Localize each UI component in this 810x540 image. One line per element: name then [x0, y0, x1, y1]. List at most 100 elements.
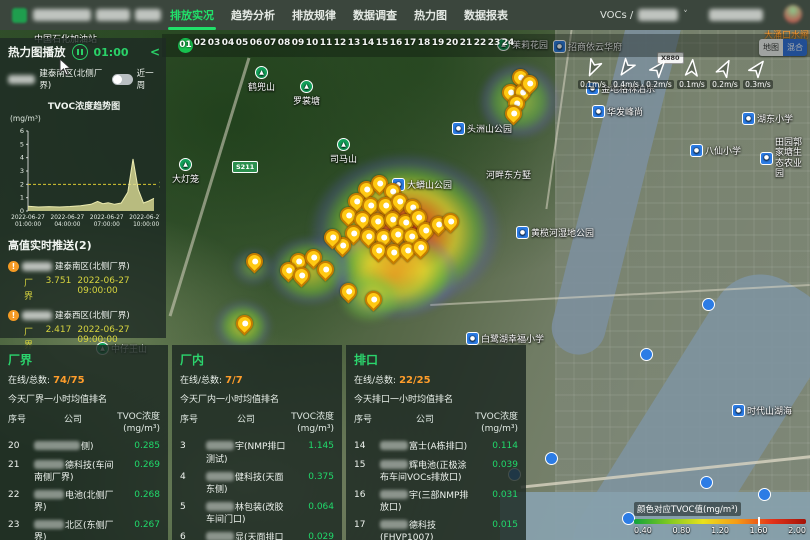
timeline-hour-10[interactable]: 10	[305, 38, 319, 53]
timeline-hour-21[interactable]: 21	[459, 38, 473, 53]
table-row[interactable]: 22电池(北侧厂界)0.268	[8, 490, 160, 514]
row-value: 0.039	[474, 460, 518, 470]
map-label[interactable]: ●白鹭湖幸福小学	[466, 332, 544, 345]
wind-indicator: 0.2m/s	[644, 58, 674, 89]
map-label-text: 罗裳塘	[293, 94, 320, 107]
range-label[interactable]: 近一周	[137, 67, 160, 91]
wind-arrow-icon	[744, 54, 772, 82]
table-row[interactable]: 20侧)0.285	[8, 441, 160, 453]
timeline-hour-22[interactable]: 22	[473, 38, 487, 53]
pause-button[interactable]	[72, 44, 88, 60]
warning-icon: !	[8, 261, 19, 272]
table-row[interactable]: 23北区(东侧厂界)0.267	[8, 520, 160, 540]
timeline-hour-06[interactable]: 06	[249, 38, 263, 53]
vocs-selector[interactable]: VOCs / ˅	[600, 0, 763, 30]
map-label[interactable]: ●湖东小学	[742, 112, 793, 125]
svg-text:5: 5	[20, 140, 24, 148]
timeline-hour-08[interactable]: 08	[277, 38, 291, 53]
timeline-hour-04[interactable]: 04	[221, 38, 235, 53]
color-scale-bar	[634, 519, 806, 524]
timeline-hour-19[interactable]: 19	[431, 38, 445, 53]
map-label[interactable]: ●黄榄河湿地公园	[516, 226, 594, 239]
table-row[interactable]: 15辉电池(正极涂布车间VOCs排放口)0.039	[354, 460, 518, 484]
company-redacted	[34, 490, 64, 499]
map-label[interactable]: ▲鹤兜山	[248, 66, 275, 93]
wind-indicator: 0.3m/s	[743, 58, 773, 89]
company-redacted	[206, 532, 234, 540]
nav-tab-4[interactable]: 数据调查	[353, 7, 397, 23]
timeline: 0102030405060708091011121314151617181920…	[162, 34, 810, 57]
map-label-text: 司马山	[330, 152, 357, 165]
map-label[interactable]: ●田园郭家塘生态农业园	[760, 138, 810, 179]
nav-tab-3[interactable]: 排放规律	[292, 7, 336, 23]
table-row[interactable]: 3宇(NMP排口测试)1.145	[180, 441, 334, 465]
playback-toggle[interactable]	[112, 74, 133, 85]
map-label[interactable]: ▲罗裳塘	[293, 80, 320, 107]
wind-speed: 0.2m/s	[710, 80, 740, 89]
online-count: 在线/总数:22/25	[354, 373, 518, 386]
site-name[interactable]: 建泰南区(北侧厂界)	[39, 67, 107, 91]
timeline-hour-17[interactable]: 17	[403, 38, 417, 53]
row-seq: 6	[180, 532, 206, 540]
map-label[interactable]: 河畔东方墅	[486, 168, 531, 181]
wind-arrow-icon	[612, 54, 640, 82]
nav-tab-6[interactable]: 数据报表	[464, 7, 508, 23]
alert-site: 建泰南区(北侧厂界)	[55, 260, 130, 272]
timeline-hour-14[interactable]: 14	[361, 38, 375, 53]
scale-tick: 0.80	[673, 526, 691, 535]
map-label[interactable]: ●华发峰尚	[592, 105, 643, 118]
poi-icon	[700, 476, 713, 489]
alert-item[interactable]: !建泰南区(北侧厂界)厂界3.7512022-06-27 09:00:00	[8, 260, 160, 302]
timeline-hour-20[interactable]: 20	[445, 38, 459, 53]
map-label[interactable]: ▲大灯笼	[172, 158, 199, 185]
timeline-hour-07[interactable]: 07	[263, 38, 277, 53]
timeline-hour-13[interactable]: 13	[347, 38, 361, 53]
timeline-hour-15[interactable]: 15	[375, 38, 389, 53]
scale-tick: 1.60	[750, 526, 768, 535]
timeline-hour-05[interactable]: 05	[235, 38, 249, 53]
table-row[interactable]: 14富士(A栋排口)0.114	[354, 441, 518, 453]
collapse-chevron-icon[interactable]: <	[150, 45, 160, 59]
timeline-hour-24[interactable]: 24	[501, 38, 515, 53]
row-value: 0.268	[116, 490, 160, 500]
company-redacted	[380, 441, 408, 450]
table-row[interactable]: 17德科技(FHVP1007)0.015	[354, 520, 518, 540]
timeline-hour-02[interactable]: 02	[193, 38, 207, 53]
chevron-down-icon: ˅	[683, 10, 688, 20]
table-row[interactable]: 6显(天面排口西侧)0.029	[180, 532, 334, 540]
row-seq: 17	[354, 520, 380, 530]
row-seq: 15	[354, 460, 380, 470]
wind-speed: 0.4m/s	[611, 80, 641, 89]
online-count: 在线/总数:74/75	[8, 373, 160, 386]
map-label[interactable]: ●时代山湖海	[732, 404, 792, 417]
map-label-text: 头洲山公园	[467, 122, 512, 135]
row-value: 0.375	[290, 472, 334, 482]
table-row[interactable]: 4健科技(天面东侧)0.375	[180, 472, 334, 496]
nav-tab-5[interactable]: 热力图	[414, 7, 447, 23]
timeline-hour-11[interactable]: 11	[319, 38, 333, 53]
timeline-hour-01[interactable]: 01	[178, 38, 193, 53]
avatar[interactable]	[784, 5, 802, 23]
timeline-hour-16[interactable]: 16	[389, 38, 403, 53]
panel-title: 热力图播放	[8, 44, 66, 60]
map-label[interactable]: ▲司马山	[330, 138, 357, 165]
map-label-text: 河畔东方墅	[486, 168, 531, 181]
map-label[interactable]: ●头洲山公园	[452, 122, 512, 135]
table-row[interactable]: 21德科技(车间南侧厂界)0.269	[8, 460, 160, 484]
timeline-hour-23[interactable]: 23	[487, 38, 501, 53]
timeline-hour-09[interactable]: 09	[291, 38, 305, 53]
timeline-hour-18[interactable]: 18	[417, 38, 431, 53]
nav-tab-1[interactable]: 排放实况	[170, 7, 214, 23]
col-company: 公司	[206, 412, 286, 425]
tvoc-trend-chart: 012345622022-06-2701:00:002022-06-2704:0…	[8, 123, 160, 227]
user-area-redacted	[709, 9, 763, 21]
map-label[interactable]: ●八仙小学	[690, 144, 741, 157]
main-nav: 排放实况 趋势分析 排放规律 数据调查 热力图 数据报表	[170, 0, 508, 30]
table-row[interactable]: 5林包装(改胶车间门口)0.064	[180, 502, 334, 526]
wind-indicator: 0.2m/s	[710, 58, 740, 89]
nav-tab-2[interactable]: 趋势分析	[231, 7, 275, 23]
table-row[interactable]: 16宇(三部NMP排放口)0.031	[354, 490, 518, 514]
timeline-hour-03[interactable]: 03	[207, 38, 221, 53]
timeline-hour-12[interactable]: 12	[333, 38, 347, 53]
vocs-label: VOCs /	[600, 10, 633, 21]
